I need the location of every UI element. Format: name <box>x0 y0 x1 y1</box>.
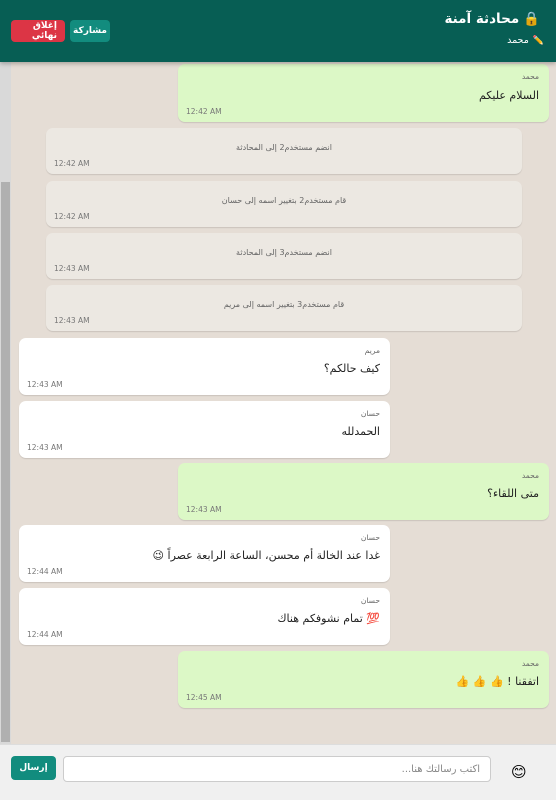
message-text: متى اللقاء؟ <box>487 487 539 500</box>
message-own: محمد متى اللقاء؟ 12:43 AM <box>178 463 549 520</box>
system-message: قام مستخدم3 بتغيير اسمه إلى مريم 12:43 A… <box>46 285 522 331</box>
message-sender: حسان <box>360 533 380 542</box>
current-user-name: محمد <box>507 35 529 46</box>
composer: إرسال 😊 <box>0 744 556 800</box>
message-text: الحمدلله <box>341 425 380 438</box>
message-time: 12:43 AM <box>27 380 63 389</box>
message-other: حسان الحمدلله 12:43 AM <box>19 401 390 458</box>
message-input[interactable] <box>63 756 491 782</box>
close-chat-button[interactable]: إغلاق نهائي <box>11 20 65 42</box>
message-other: حسان غدا عند الخالة أم محسن، الساعة الرا… <box>19 525 390 582</box>
message-text: السلام عليكم <box>478 89 539 102</box>
current-user[interactable]: ✏️ محمد <box>507 35 544 46</box>
system-message: قام مستخدم2 بتغيير اسمه إلى حسان 12:42 A… <box>46 181 522 227</box>
message-own: محمد اتفقنا ! 👍 👍 👍 12:45 AM <box>178 651 549 708</box>
message-other: حسان 💯 تمام نشوفكم هناك 12:44 AM <box>19 588 390 645</box>
message-sender: مريم <box>364 346 380 355</box>
message-time: 12:43 AM <box>54 316 90 325</box>
message-time: 12:43 AM <box>186 505 222 514</box>
system-message-text: انضم مستخدم2 إلى المحادثة <box>236 143 332 152</box>
message-time: 12:44 AM <box>27 630 63 639</box>
message-time: 12:45 AM <box>186 693 222 702</box>
message-time: 12:42 AM <box>186 107 222 116</box>
system-message-text: قام مستخدم3 بتغيير اسمه إلى مريم <box>223 300 345 309</box>
send-button[interactable]: إرسال <box>11 756 56 780</box>
message-text: كيف حالكم؟ <box>323 362 380 375</box>
message-time: 12:42 AM <box>54 159 90 168</box>
message-text: غدا عند الخالة أم محسن، الساعة الرابعة ع… <box>152 549 380 562</box>
chat-header: 🔒 محادثة آمنة ✏️ محمد مشاركة إغلاق نهائي <box>0 0 556 62</box>
message-sender: محمد <box>521 471 539 480</box>
message-time: 12:44 AM <box>27 567 63 576</box>
share-button[interactable]: مشاركة <box>70 20 110 42</box>
system-message-text: انضم مستخدم3 إلى المحادثة <box>236 248 332 257</box>
lock-icon: 🔒 <box>523 11 540 27</box>
system-message-text: قام مستخدم2 بتغيير اسمه إلى حسان <box>221 196 347 205</box>
pencil-icon[interactable]: ✏️ <box>533 36 544 46</box>
chat-title: 🔒 محادثة آمنة <box>444 11 540 27</box>
message-sender: حسان <box>360 596 380 605</box>
message-sender: محمد <box>521 659 539 668</box>
message-own: محمد السلام عليكم 12:42 AM <box>178 64 549 122</box>
message-text: اتفقنا ! 👍 👍 👍 <box>455 675 539 688</box>
message-time: 12:42 AM <box>54 212 90 221</box>
message-time: 12:43 AM <box>27 443 63 452</box>
system-message: انضم مستخدم3 إلى المحادثة 12:43 AM <box>46 233 522 279</box>
message-sender: حسان <box>360 409 380 418</box>
message-sender: محمد <box>521 72 539 81</box>
scrollbar-thumb[interactable] <box>1 182 10 742</box>
system-message: انضم مستخدم2 إلى المحادثة 12:42 AM <box>46 128 522 174</box>
message-time: 12:43 AM <box>54 264 90 273</box>
message-other: مريم كيف حالكم؟ 12:43 AM <box>19 338 390 395</box>
chat-title-text: محادثة آمنة <box>444 11 520 27</box>
scrollbar[interactable] <box>0 62 11 744</box>
message-text: 💯 تمام نشوفكم هناك <box>277 612 380 625</box>
emoji-icon[interactable]: 😊 <box>511 763 529 781</box>
